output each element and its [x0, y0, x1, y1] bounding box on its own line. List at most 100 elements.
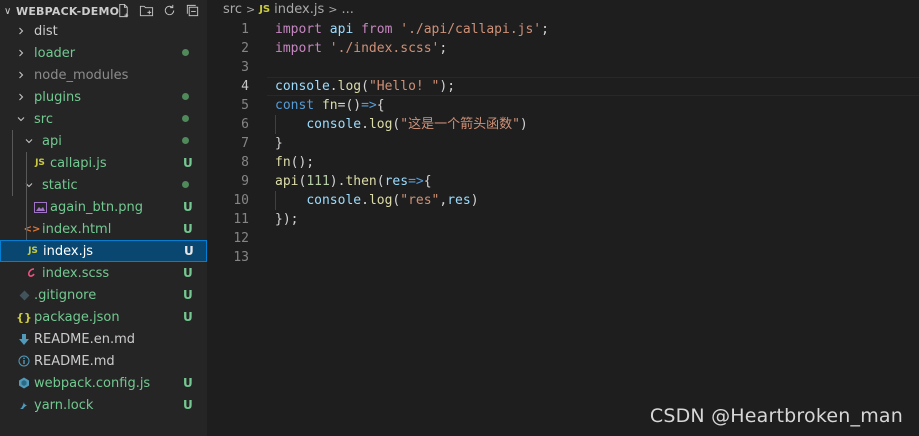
code-text: console.log("这是一个箭头函数") — [275, 115, 527, 134]
chevron-right-icon[interactable] — [14, 48, 28, 58]
chevron-down-icon[interactable] — [22, 180, 36, 190]
line-number: 1 — [241, 22, 249, 37]
refresh-icon[interactable] — [161, 2, 178, 19]
tree-folder-static[interactable]: static — [0, 174, 207, 196]
code-token: './api/callapi.js' — [400, 22, 542, 37]
chevron-down-icon[interactable]: ∨ — [4, 6, 16, 17]
code-token: "这是一个箭头函数" — [400, 117, 520, 132]
indent-guide — [12, 130, 13, 196]
line-number: 4 — [241, 79, 249, 94]
tree-file-yarn-lock[interactable]: yarn.lock U — [0, 394, 207, 416]
code-line[interactable]: 12 — [207, 229, 919, 248]
code-line[interactable]: 11}); — [207, 210, 919, 229]
breadcrumb-folder[interactable]: src — [223, 2, 242, 17]
breadcrumb: src > JS index.js > ... — [207, 0, 919, 19]
code-line[interactable]: 13 — [207, 248, 919, 267]
modified-dot-icon — [182, 115, 189, 122]
code-token: log — [337, 79, 362, 94]
code-token: const — [275, 98, 315, 113]
git-status-badge: U — [183, 288, 193, 302]
code-token: { — [376, 98, 385, 113]
line-number: 3 — [241, 60, 249, 75]
code-line[interactable]: 2 import './index.scss'; — [207, 39, 919, 58]
tree-file-callapi-js[interactable]: JS callapi.js U — [0, 152, 207, 174]
js-file-icon: JS — [259, 4, 271, 15]
code-line[interactable]: 9 api(111).then(res=>{ — [207, 172, 919, 191]
tree-folder-dist[interactable]: dist — [0, 20, 207, 42]
git-status-badge: U — [183, 376, 193, 390]
code-line[interactable]: 8 fn(); — [207, 153, 919, 172]
new-file-icon[interactable] — [115, 2, 132, 19]
code-editor[interactable]: src > JS index.js > ... 1 import api from… — [207, 0, 919, 436]
git-status-badge: U — [183, 222, 193, 236]
tree-folder-src[interactable]: src — [0, 108, 207, 130]
tree-file-index-scss[interactable]: index.scss U — [0, 262, 207, 284]
js-file-icon: JS — [35, 158, 45, 168]
js-file-icon: JS — [28, 246, 38, 256]
tree-item-label: node_modules — [34, 67, 129, 83]
code-token: => — [361, 98, 377, 113]
code-area[interactable]: 1 import api from './api/callapi.js'; 2 imp… — [207, 20, 919, 267]
code-text: api(111).then(res=>{ — [275, 172, 432, 191]
modified-dot-icon — [182, 137, 189, 144]
tree-item-label: plugins — [34, 89, 81, 105]
code-line[interactable]: 6 console.log("这是一个箭头函数") — [207, 115, 919, 134]
code-token: api — [329, 22, 354, 37]
tree-file-readme-md[interactable]: README.md — [0, 350, 207, 372]
tree-item-label: loader — [34, 45, 76, 61]
code-token: from — [361, 22, 393, 37]
code-token: console — [306, 117, 362, 132]
code-token: log — [368, 193, 393, 208]
code-line[interactable]: 5 const fn=()=>{ — [207, 96, 919, 115]
code-line[interactable]: 1 import api from './api/callapi.js'; — [207, 20, 919, 39]
code-token: . — [329, 79, 338, 94]
code-line[interactable]: 4 console.log("Hello! "); — [207, 77, 919, 96]
indent-guide — [26, 196, 27, 240]
breadcrumb-more[interactable]: ... — [341, 2, 353, 17]
tree-item-label: package.json — [34, 309, 120, 325]
collapse-all-icon[interactable] — [184, 2, 201, 19]
tree-folder-api[interactable]: api — [0, 130, 207, 152]
code-token: fn — [321, 98, 338, 113]
tree-file-package-json[interactable]: {} package.json U — [0, 306, 207, 328]
chevron-right-icon[interactable] — [14, 26, 28, 36]
code-token: './index.scss' — [329, 41, 440, 56]
sass-file-icon — [24, 267, 40, 279]
chevron-right-icon[interactable] — [14, 70, 28, 80]
tree-folder-loader[interactable]: loader — [0, 42, 207, 64]
tree-folder-node-modules[interactable]: node_modules — [0, 64, 207, 86]
code-line[interactable]: 7} — [207, 134, 919, 153]
tree-item-label: yarn.lock — [34, 397, 94, 413]
code-token: "Hello! " — [368, 79, 440, 94]
tree-file-webpack-config-js[interactable]: webpack.config.js U — [0, 372, 207, 394]
code-token: ) — [470, 193, 479, 208]
line-number: 6 — [241, 117, 249, 132]
tree-file--gitignore[interactable]: .gitignore U — [0, 284, 207, 306]
tree-item-label: again_btn.png — [50, 199, 143, 215]
tree-file-again-btn-png[interactable]: again_btn.png U — [0, 196, 207, 218]
chevron-right-icon: > — [245, 3, 256, 16]
indent-guide — [275, 115, 276, 134]
code-line[interactable]: 10 console.log("res",res) — [207, 191, 919, 210]
git-file-icon — [16, 290, 32, 301]
modified-dot-icon — [182, 49, 189, 56]
tree-folder-plugins[interactable]: plugins — [0, 86, 207, 108]
code-line[interactable]: 3 — [207, 58, 919, 77]
code-token: ( — [361, 79, 369, 94]
indent-guide — [275, 191, 276, 210]
info-file-icon — [16, 355, 32, 367]
new-folder-icon[interactable] — [138, 2, 155, 19]
chevron-down-icon[interactable] — [14, 114, 28, 124]
tree-file-index-html[interactable]: <> index.html U — [0, 218, 207, 240]
tree-file-index-js[interactable]: JS index.js U — [0, 240, 207, 262]
tree-file-readme-en-md[interactable]: README.en.md — [0, 328, 207, 350]
breadcrumb-file[interactable]: index.js — [274, 2, 324, 17]
git-status-badge: U — [184, 244, 194, 258]
file-tree: dist loader node_modulesplugins src api JS cal… — [0, 20, 207, 416]
chevron-down-icon[interactable] — [22, 136, 36, 146]
code-token: res — [447, 193, 471, 208]
chevron-right-icon[interactable] — [14, 92, 28, 102]
